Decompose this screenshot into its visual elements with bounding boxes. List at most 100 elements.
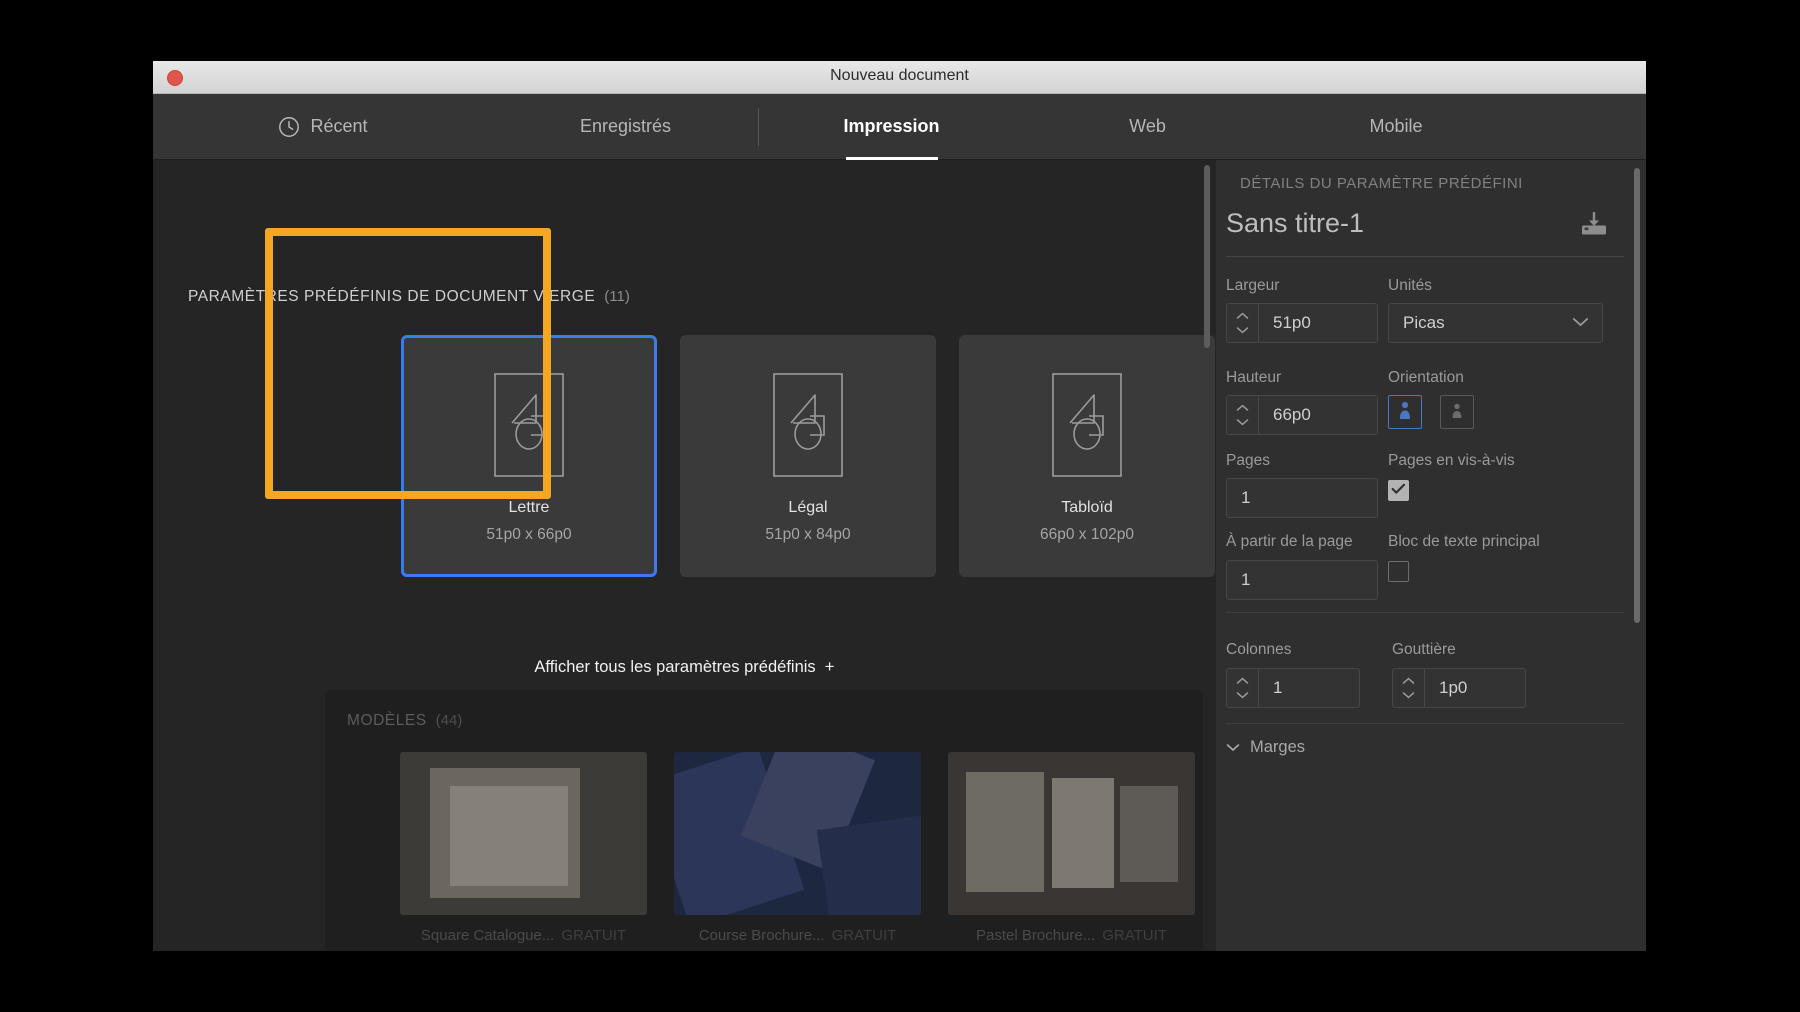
landscape-icon bbox=[1448, 399, 1466, 426]
primary-text-frame-label: Bloc de texte principal bbox=[1388, 533, 1540, 550]
new-document-dialog: Nouveau document Récent Enregistrés Impr… bbox=[153, 61, 1646, 951]
orientation-portrait-button[interactable] bbox=[1388, 395, 1422, 429]
margins-label: Marges bbox=[1250, 738, 1306, 756]
chevron-down-icon bbox=[1226, 738, 1240, 757]
facing-pages-checkbox[interactable] bbox=[1388, 480, 1409, 501]
presets-count: (11) bbox=[604, 288, 630, 305]
template-caption: Square Catalogue... GRATUIT bbox=[400, 927, 647, 944]
template-caption: Course Brochure... GRATUIT bbox=[674, 927, 921, 944]
document-page-icon bbox=[1052, 373, 1122, 482]
width-input[interactable]: 51p0 bbox=[1226, 303, 1378, 343]
template-name: Course Brochure... bbox=[698, 927, 825, 944]
window-title: Nouveau document bbox=[830, 67, 969, 84]
tab-web-label: Web bbox=[1129, 116, 1166, 136]
template-card[interactable]: Pastel Brochure... GRATUIT bbox=[948, 752, 1195, 951]
tab-print-label: Impression bbox=[843, 116, 940, 136]
preset-name: Lettre bbox=[508, 499, 550, 516]
preset-details-pane: DÉTAILS DU PARAMÈTRE PRÉDÉFINI Sans titr… bbox=[1216, 160, 1646, 951]
preset-card-tabloid[interactable]: Tabloïd 66p0 x 102p0 bbox=[959, 335, 1215, 577]
pages-label: Pages bbox=[1226, 452, 1270, 469]
preset-name: Tabloïd bbox=[1061, 499, 1113, 516]
width-value: 51p0 bbox=[1273, 313, 1311, 332]
templates-heading: MODÈLES (44) bbox=[347, 712, 462, 730]
template-caption: Pastel Brochure... GRATUIT bbox=[948, 927, 1195, 944]
height-stepper[interactable] bbox=[1227, 396, 1259, 434]
margins-divider bbox=[1226, 723, 1624, 724]
width-stepper[interactable] bbox=[1227, 304, 1259, 342]
start-page-label: À partir de la page bbox=[1226, 533, 1353, 550]
template-thumbnail bbox=[400, 752, 647, 915]
gutter-input[interactable]: 1p0 bbox=[1392, 668, 1526, 708]
tab-saved-label: Enregistrés bbox=[579, 116, 672, 136]
preset-card-list: Lettre 51p0 x 66p0 Légal 51p0 x 84p0 Tab… bbox=[401, 335, 1215, 577]
height-input[interactable]: 66p0 bbox=[1226, 395, 1378, 435]
show-all-presets-button[interactable]: Afficher tous les paramètres prédéfinis + bbox=[153, 657, 1216, 677]
tab-recent[interactable]: Récent bbox=[153, 94, 493, 160]
tab-web[interactable]: Web bbox=[1024, 94, 1271, 160]
columns-value: 1 bbox=[1273, 678, 1283, 697]
screenshot-root: Nouveau document Récent Enregistrés Impr… bbox=[0, 0, 1800, 1012]
pages-input[interactable]: 1 bbox=[1226, 478, 1378, 518]
tab-saved[interactable]: Enregistrés bbox=[493, 94, 758, 160]
units-value: Picas bbox=[1403, 313, 1445, 332]
templates-count: (44) bbox=[435, 712, 463, 729]
preset-card-legal[interactable]: Légal 51p0 x 84p0 bbox=[680, 335, 936, 577]
details-heading: DÉTAILS DU PARAMÈTRE PRÉDÉFINI bbox=[1240, 175, 1523, 192]
facing-pages-label: Pages en vis-à-vis bbox=[1388, 452, 1515, 469]
template-card-list: Square Catalogue... GRATUIT Course Brochu… bbox=[400, 752, 1195, 951]
chevron-down-icon bbox=[1572, 314, 1589, 332]
height-value: 66p0 bbox=[1273, 405, 1311, 424]
check-icon bbox=[1391, 482, 1406, 500]
document-page-icon bbox=[773, 373, 843, 482]
columns-stepper[interactable] bbox=[1227, 669, 1259, 707]
tab-mobile[interactable]: Mobile bbox=[1271, 94, 1521, 160]
start-page-input[interactable]: 1 bbox=[1226, 560, 1378, 600]
units-select[interactable]: Picas bbox=[1388, 303, 1603, 343]
start-page-value: 1 bbox=[1241, 570, 1251, 589]
width-label: Largeur bbox=[1226, 277, 1280, 294]
pages-value: 1 bbox=[1241, 488, 1251, 507]
template-price: GRATUIT bbox=[1102, 927, 1167, 944]
orientation-label: Orientation bbox=[1388, 369, 1464, 386]
templates-heading-text: MODÈLES bbox=[347, 712, 427, 729]
preset-size: 66p0 x 102p0 bbox=[1040, 526, 1134, 543]
template-card[interactable]: Course Brochure... GRATUIT bbox=[674, 752, 921, 951]
primary-text-frame-checkbox[interactable] bbox=[1388, 561, 1409, 582]
document-page-icon bbox=[494, 373, 564, 482]
preset-size: 51p0 x 84p0 bbox=[765, 526, 851, 543]
presets-scrollbar[interactable] bbox=[1204, 165, 1210, 348]
template-name: Square Catalogue... bbox=[420, 927, 555, 944]
columns-label: Colonnes bbox=[1226, 641, 1292, 658]
show-all-presets-label: Afficher tous les paramètres prédéfinis bbox=[534, 658, 816, 676]
name-divider bbox=[1226, 256, 1624, 257]
template-price: GRATUIT bbox=[561, 927, 627, 944]
template-price: GRATUIT bbox=[831, 927, 897, 944]
gutter-label: Gouttière bbox=[1392, 641, 1456, 658]
section-divider bbox=[1226, 612, 1624, 613]
dialog-content: PARAMÈTRES PRÉDÉFINIS DE DOCUMENT VIERGE… bbox=[153, 160, 1646, 951]
columns-input[interactable]: 1 bbox=[1226, 668, 1360, 708]
gutter-stepper[interactable] bbox=[1393, 669, 1425, 707]
details-scrollbar[interactable] bbox=[1634, 168, 1640, 623]
portrait-icon bbox=[1396, 399, 1414, 426]
clock-icon bbox=[278, 116, 300, 138]
template-thumbnail bbox=[674, 752, 921, 915]
preset-size: 51p0 x 66p0 bbox=[486, 526, 572, 543]
tab-recent-label: Récent bbox=[310, 116, 368, 136]
units-label: Unités bbox=[1388, 277, 1432, 294]
presets-pane: PARAMÈTRES PRÉDÉFINIS DE DOCUMENT VIERGE… bbox=[153, 160, 1216, 951]
plus-icon: + bbox=[824, 657, 835, 676]
orientation-landscape-button[interactable] bbox=[1440, 395, 1474, 429]
height-label: Hauteur bbox=[1226, 369, 1282, 386]
save-preset-icon[interactable] bbox=[1580, 211, 1608, 241]
preset-name: Légal bbox=[788, 499, 828, 516]
presets-heading-text: PARAMÈTRES PRÉDÉFINIS DE DOCUMENT VIERGE bbox=[188, 288, 596, 305]
template-thumbnail bbox=[948, 752, 1195, 915]
templates-pane: MODÈLES (44) Square Catalogue... GRATUIT bbox=[325, 690, 1203, 951]
document-name-field[interactable]: Sans titre-1 bbox=[1226, 208, 1364, 239]
gutter-value: 1p0 bbox=[1439, 678, 1468, 697]
preset-card-lettre[interactable]: Lettre 51p0 x 66p0 bbox=[401, 335, 657, 577]
margins-disclosure[interactable]: Marges bbox=[1226, 738, 1305, 757]
tab-print[interactable]: Impression bbox=[759, 94, 1024, 160]
template-card[interactable]: Square Catalogue... GRATUIT bbox=[400, 752, 647, 951]
